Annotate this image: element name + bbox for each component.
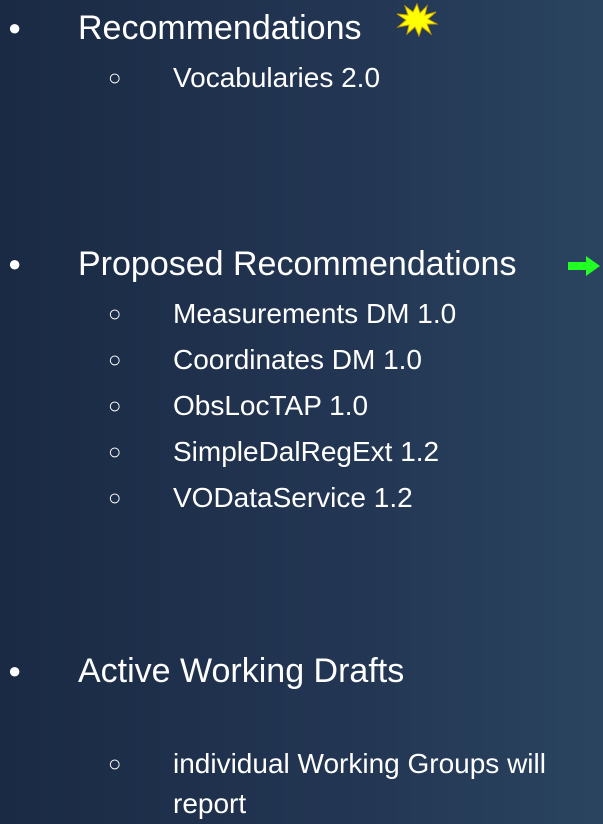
list-item-label: SimpleDalRegExt 1.2 bbox=[173, 436, 440, 467]
sub-bullet: ○ bbox=[108, 301, 122, 326]
bullet: ● bbox=[8, 15, 22, 40]
sub-bullet: ○ bbox=[108, 65, 122, 90]
starburst-icon bbox=[396, 3, 438, 37]
bullet: ● bbox=[8, 658, 22, 683]
section-title: Proposed Recommendations bbox=[78, 245, 517, 283]
list-item-label: individual Working Groups will report bbox=[173, 748, 546, 819]
right-arrow-icon bbox=[568, 256, 600, 276]
list-item-label: ObsLocTAP 1.0 bbox=[173, 390, 369, 421]
sub-bullet: ○ bbox=[108, 393, 122, 418]
sub-bullet: ○ bbox=[108, 485, 122, 510]
list-item-label: Vocabularies 2.0 bbox=[173, 62, 381, 93]
sub-bullet: ○ bbox=[108, 347, 122, 372]
list-item-label: Measurements DM 1.0 bbox=[173, 298, 457, 329]
sub-bullet: ○ bbox=[108, 751, 122, 776]
section-title: Recommendations bbox=[78, 9, 362, 47]
list-item-label: Coordinates DM 1.0 bbox=[173, 344, 423, 375]
section-title: Active Working Drafts bbox=[78, 652, 405, 690]
sub-bullet: ○ bbox=[108, 439, 122, 464]
bullet: ● bbox=[8, 251, 22, 276]
list-item-label: VODataService 1.2 bbox=[173, 482, 413, 513]
